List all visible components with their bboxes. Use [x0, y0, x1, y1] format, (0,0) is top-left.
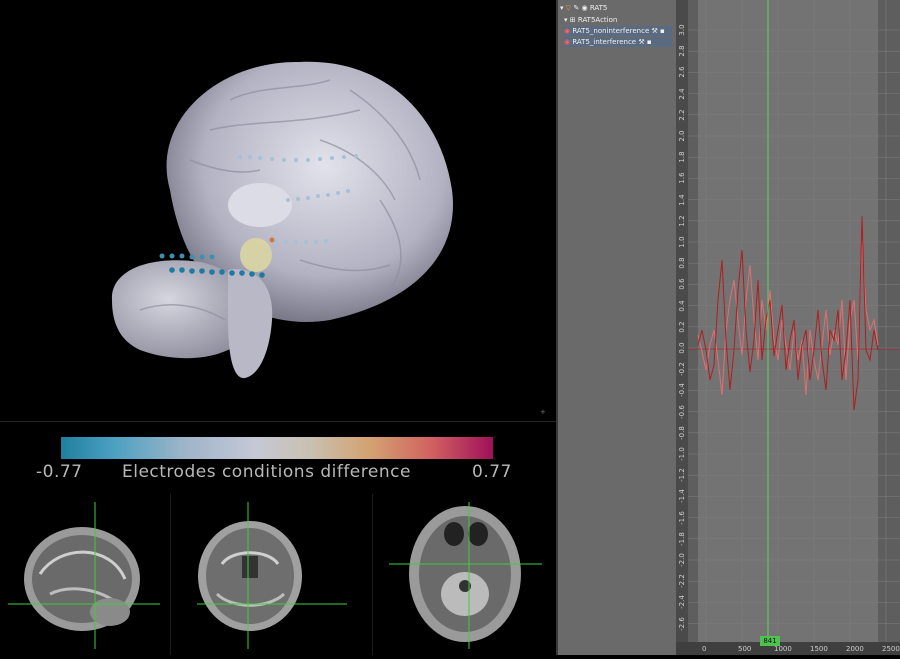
y-tick-label: -2.0 [678, 553, 686, 567]
x-tick-label: 1500 [810, 645, 828, 653]
y-tick-label: 1.0 [678, 236, 686, 248]
wrench-icon[interactable]: ⚒ [652, 27, 658, 35]
chevron-down-icon[interactable]: ▾ [560, 4, 564, 12]
coronal-mri-image [197, 502, 347, 649]
x-axis-ruler[interactable]: 0 500 1000 1500 2000 2500 [676, 642, 900, 655]
current-frame-badge[interactable]: 841 [760, 636, 780, 646]
y-tick-label: 2.8 [678, 45, 686, 57]
colorbar-gradient [61, 437, 493, 459]
graph-plot-area[interactable] [688, 0, 900, 642]
outliner-action-row[interactable]: ▾ ⊞ RAT5Action [564, 15, 617, 25]
y-tick-label: 1.8 [678, 151, 686, 163]
x-tick-label: 500 [738, 645, 752, 653]
y-tick-label: 2.2 [678, 109, 686, 121]
filter-icon[interactable]: ▽ [566, 4, 571, 12]
y-tick-label: -2.4 [678, 595, 686, 610]
mri-slice-views [0, 494, 556, 655]
y-tick-label: 2.0 [678, 130, 686, 142]
x-tick-label: 1000 [774, 645, 792, 653]
y-tick-label: 2.4 [678, 88, 686, 100]
y-tick-label: -1.6 [678, 510, 686, 525]
x-tick-label: 0 [702, 645, 707, 653]
y-tick-label: 0.0 [678, 342, 686, 354]
channel-row-noninterference[interactable]: ◉ RAT5_noninterference ⚒ ▪ [564, 26, 672, 36]
colorbar-min-label: -0.77 [36, 462, 83, 482]
y-tick-label: -0.6 [678, 404, 686, 419]
eye-icon[interactable]: ◉ [581, 4, 587, 12]
wrench-icon[interactable]: ⚒ [638, 38, 644, 46]
channel-row-interference[interactable]: ◉ RAT5_interference ⚒ ▪ [564, 37, 672, 47]
x-tick-label: 2000 [846, 645, 864, 653]
y-tick-label: 1.2 [678, 215, 686, 227]
x-tick-label: 2500 [882, 645, 900, 653]
y-tick-label: 3.0 [678, 24, 686, 36]
lock-icon[interactable]: ▪ [647, 38, 652, 46]
outliner-root-label: RAT5 [589, 4, 608, 12]
y-tick-label: 0.2 [678, 321, 686, 333]
y-tick-label: -0.8 [678, 425, 686, 440]
coronal-slice-view[interactable] [172, 494, 373, 655]
sagittal-slice-view[interactable] [0, 494, 171, 655]
y-tick-label: -1.0 [678, 447, 686, 461]
curve-plot [688, 0, 900, 642]
channel-label: RAT5_interference [572, 38, 637, 46]
channel-label: RAT5_noninterference [572, 27, 650, 35]
y-tick-label: -2.2 [678, 574, 686, 589]
y-tick-label: 1.4 [678, 194, 686, 206]
colorbar-title: Electrodes conditions difference [122, 462, 411, 482]
axial-slice-view[interactable] [374, 494, 556, 655]
action-icon: ⊞ [569, 16, 576, 24]
y-tick-label: 2.6 [678, 66, 686, 78]
colorbar-legend: -0.77 Electrodes conditions difference 0… [0, 421, 556, 495]
y-tick-label: 0.6 [678, 278, 686, 290]
3d-brain-viewport[interactable]: + [0, 0, 556, 420]
y-tick-label: 0.8 [678, 257, 686, 269]
eye-icon[interactable]: ◉ [564, 38, 570, 46]
axial-mri-image [389, 502, 542, 649]
outliner-action-label: RAT5Action [577, 16, 618, 24]
y-tick-label: -1.2 [678, 468, 686, 483]
y-axis-ruler: 3.0 2.8 2.6 2.4 2.2 2.0 1.8 1.6 1.4 1.2 1.0 0.8 0.6 0… [676, 0, 688, 642]
sagittal-mri-image [8, 502, 160, 649]
y-tick-label: -1.4 [678, 489, 686, 504]
lock-icon[interactable]: ▪ [660, 27, 665, 35]
cursor-icon[interactable]: ✎ [573, 4, 579, 12]
y-tick-label: 0.4 [678, 300, 686, 312]
y-tick-label: -0.2 [678, 362, 686, 377]
colorbar-max-label: 0.77 [472, 462, 512, 482]
fcurve-graph[interactable]: 3.0 2.8 2.6 2.4 2.2 2.0 1.8 1.6 1.4 1.2 1.0 0.8 0.6 0… [676, 0, 900, 655]
brain-render [111, 61, 453, 379]
y-tick-label: -0.4 [678, 383, 686, 398]
brain-viewer-panel: + -0.77 Electrodes conditions difference… [0, 0, 556, 655]
graph-editor-panel: ▾ ▽ ✎ ◉ RAT5 ▾ ⊞ RAT5Action ◉ RAT5_nonin… [558, 0, 900, 655]
outliner-root-row[interactable]: ▾ ▽ ✎ ◉ RAT5 [560, 3, 607, 13]
channel-outliner: ▾ ▽ ✎ ◉ RAT5 ▾ ⊞ RAT5Action ◉ RAT5_nonin… [558, 0, 677, 655]
y-tick-label: 1.6 [678, 172, 686, 184]
chevron-down-icon[interactable]: ▾ [564, 16, 568, 24]
y-tick-label: -1.8 [678, 531, 686, 546]
y-tick-label: -2.6 [678, 616, 686, 631]
eye-icon[interactable]: ◉ [564, 27, 570, 35]
